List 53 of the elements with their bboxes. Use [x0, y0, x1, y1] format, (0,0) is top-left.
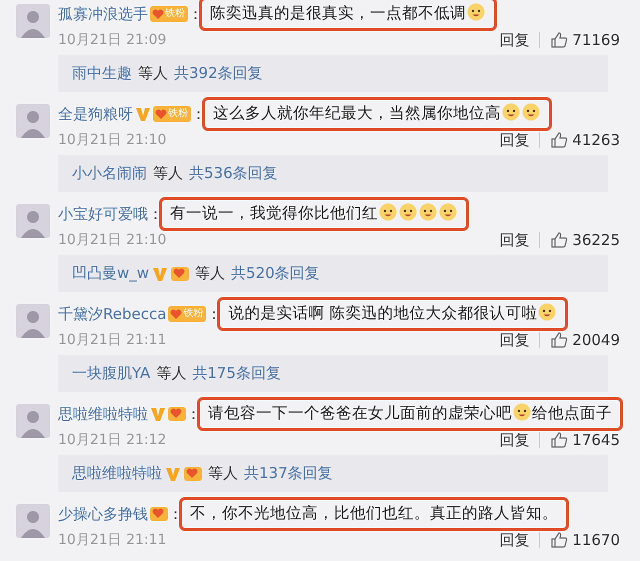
others-label: 等人: [153, 163, 183, 184]
timestamp: 10月21日 21:09: [58, 30, 166, 50]
reply-count[interactable]: 共520条回复: [231, 262, 320, 285]
like-button[interactable]: 36225: [540, 228, 620, 252]
user-name[interactable]: 孤寡冲浪选手: [58, 2, 148, 26]
others-label: 等人: [195, 263, 226, 284]
user-name[interactable]: 思啦维啦特啦: [72, 462, 162, 485]
like-button[interactable]: 41263: [540, 128, 620, 152]
comment-text: 不，你不光地位高，比他们也红。真正的路人皆知。: [179, 497, 569, 531]
comment-text: 说的是实话啊 陈奕迅的地位大众都很认可啦: [217, 297, 568, 331]
others-label: 等人: [208, 463, 238, 484]
reply-thread-link[interactable]: 小小名闹闹 等人 共536条回复: [58, 155, 608, 192]
like-button[interactable]: 11670: [540, 528, 620, 552]
user-name[interactable]: 少操心多挣钱: [58, 502, 148, 526]
timestamp: 10月21日 21:11: [58, 330, 166, 350]
fan-badge: 铁粉: [153, 106, 191, 122]
timestamp: 10月21日 21:10: [58, 230, 166, 250]
user-name[interactable]: 一块腹肌YA: [72, 362, 150, 385]
reply-thread-link[interactable]: 思啦维啦特啦 等人 共137条回复: [58, 455, 608, 492]
reply-thread-link[interactable]: 凹凸曼w_w 等人 共520条回复: [58, 255, 608, 292]
comment-text: 有一说一，我觉得你比他们红: [159, 197, 469, 231]
user-name[interactable]: 全是狗粮呀: [58, 102, 133, 126]
user-name[interactable]: 小小名闹闹: [72, 162, 147, 185]
timestamp: 10月21日 21:11: [58, 530, 166, 550]
reply-button[interactable]: 回复: [499, 132, 540, 148]
comment-text: 陈奕迅真的是很真实，一点都不低调: [199, 0, 497, 31]
user-name[interactable]: 思啦维啦特啦: [58, 402, 148, 426]
reply-button[interactable]: 回复: [499, 232, 540, 248]
reply-thread-link[interactable]: 一块腹肌YA 等人 共175条回复: [58, 355, 608, 392]
reply-count[interactable]: 共392条回复: [174, 62, 263, 85]
user-name[interactable]: 千黛汐Rebecca: [58, 302, 166, 326]
fan-badge: 铁粉: [168, 306, 206, 322]
like-button[interactable]: 20049: [540, 328, 620, 352]
comment-text: 这么多人就你年纪最大，当然属你地位高: [202, 97, 552, 131]
timestamp: 10月21日 21:10: [58, 130, 166, 150]
reply-count[interactable]: 共137条回复: [244, 462, 333, 485]
fan-badge: 铁粉: [150, 6, 188, 22]
user-name[interactable]: 凹凸曼w_w: [72, 262, 150, 285]
user-name[interactable]: 雨中生趣: [72, 62, 132, 85]
reply-button[interactable]: 回复: [499, 532, 540, 548]
reply-thread-link[interactable]: 雨中生趣 等人 共392条回复: [58, 55, 608, 92]
like-button[interactable]: 17645: [540, 428, 620, 452]
timestamp: 10月21日 21:12: [58, 430, 166, 450]
others-label: 等人: [138, 63, 168, 84]
others-label: 等人: [156, 363, 186, 384]
reply-count[interactable]: 共175条回复: [192, 362, 281, 385]
like-button[interactable]: 71169: [540, 28, 620, 52]
user-name[interactable]: 小宝好可爱哦: [58, 202, 148, 226]
reply-button[interactable]: 回复: [499, 432, 540, 448]
reply-button[interactable]: 回复: [499, 332, 540, 348]
reply-count[interactable]: 共536条回复: [189, 162, 278, 185]
comment-text: 请包容一下一个爸爸在女儿面前的虚荣心吧 给他点面子: [197, 397, 623, 431]
reply-button[interactable]: 回复: [499, 32, 540, 48]
